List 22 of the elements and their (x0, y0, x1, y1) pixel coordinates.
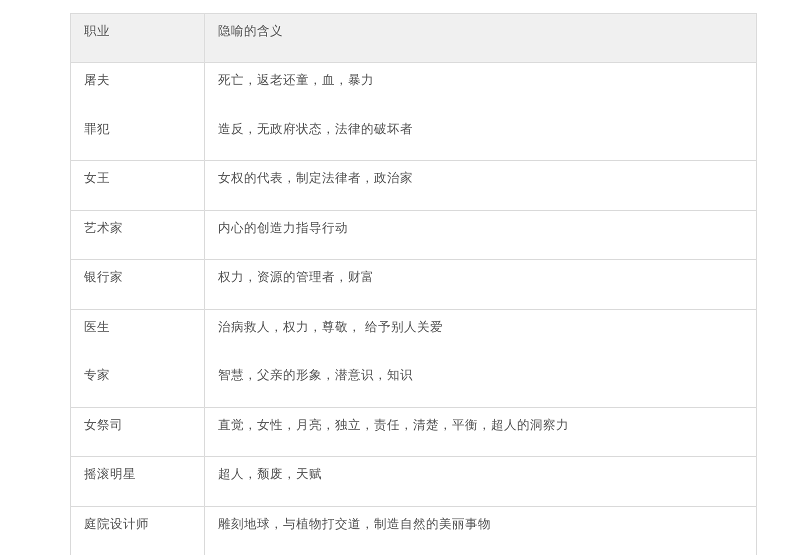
table-cell-text: 直觉，女性，月亮，独立，责任，清楚，平衡，超人的洞察力 (218, 416, 570, 434)
table-cell-text: 罪犯 (84, 120, 111, 138)
table-cell-text: 医生 (84, 318, 111, 336)
table-cell-text: 雕刻地球，与植物打交道，制造自然的美丽事物 (218, 514, 492, 532)
table-cell-text: 庭院设计师 (84, 514, 150, 532)
table-cell-text: 摇滚明星 (84, 465, 137, 483)
table-cell-text: 女王 (84, 169, 111, 187)
table-cell-text: 女权的代表，制定法律者，政治家 (218, 169, 414, 187)
table-cell-text: 治病救人，权力，尊敬， 给予别人关爱 (218, 318, 444, 336)
table-cell-text: 权力，资源的管理者，财富 (218, 268, 375, 286)
table-cell-text: 死亡，返老还童，血，暴力 (218, 71, 375, 89)
column-header: 职业 (84, 22, 111, 40)
table-cell-text: 专家 (84, 366, 111, 384)
table-cell-text: 超人，颓废，天赋 (218, 465, 323, 483)
table-cell-text: 女祭司 (84, 416, 124, 434)
table-cell-text: 屠夫 (84, 71, 111, 89)
table-cell-text: 智慧，父亲的形象，潜意识，知识 (218, 366, 414, 384)
table-cell-text: 造反，无政府状态，法律的破坏者 (218, 120, 414, 138)
table-cell-text: 艺术家 (84, 218, 124, 236)
table-cell-text: 内心的创造力指导行动 (218, 218, 349, 236)
table-cell-text: 银行家 (84, 268, 124, 286)
column-header: 隐喻的含义 (218, 22, 284, 40)
